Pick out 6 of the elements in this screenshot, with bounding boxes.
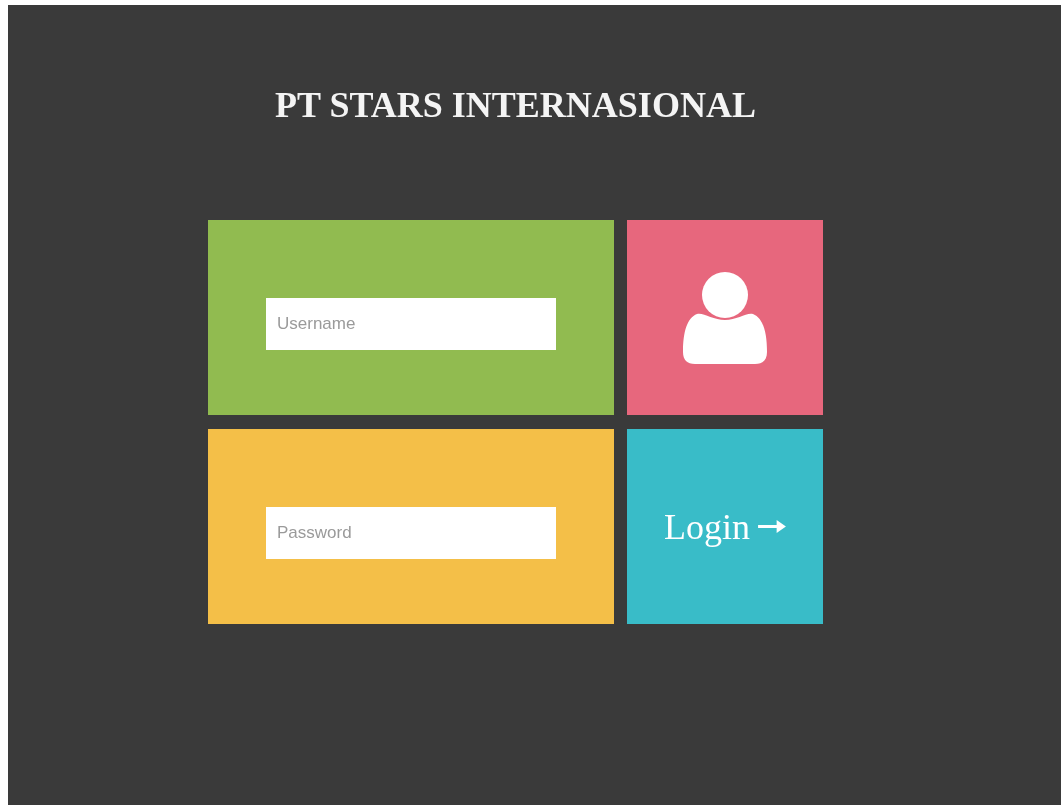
login-button[interactable]: Login: [627, 429, 823, 624]
arrow-right-icon: [758, 520, 786, 533]
input-field[interactable]: Password: [266, 507, 556, 559]
user-icon: [683, 271, 767, 364]
company-title: PT STARS INTERNASIONAL: [275, 84, 756, 127]
input-field[interactable]: Username: [266, 298, 556, 350]
